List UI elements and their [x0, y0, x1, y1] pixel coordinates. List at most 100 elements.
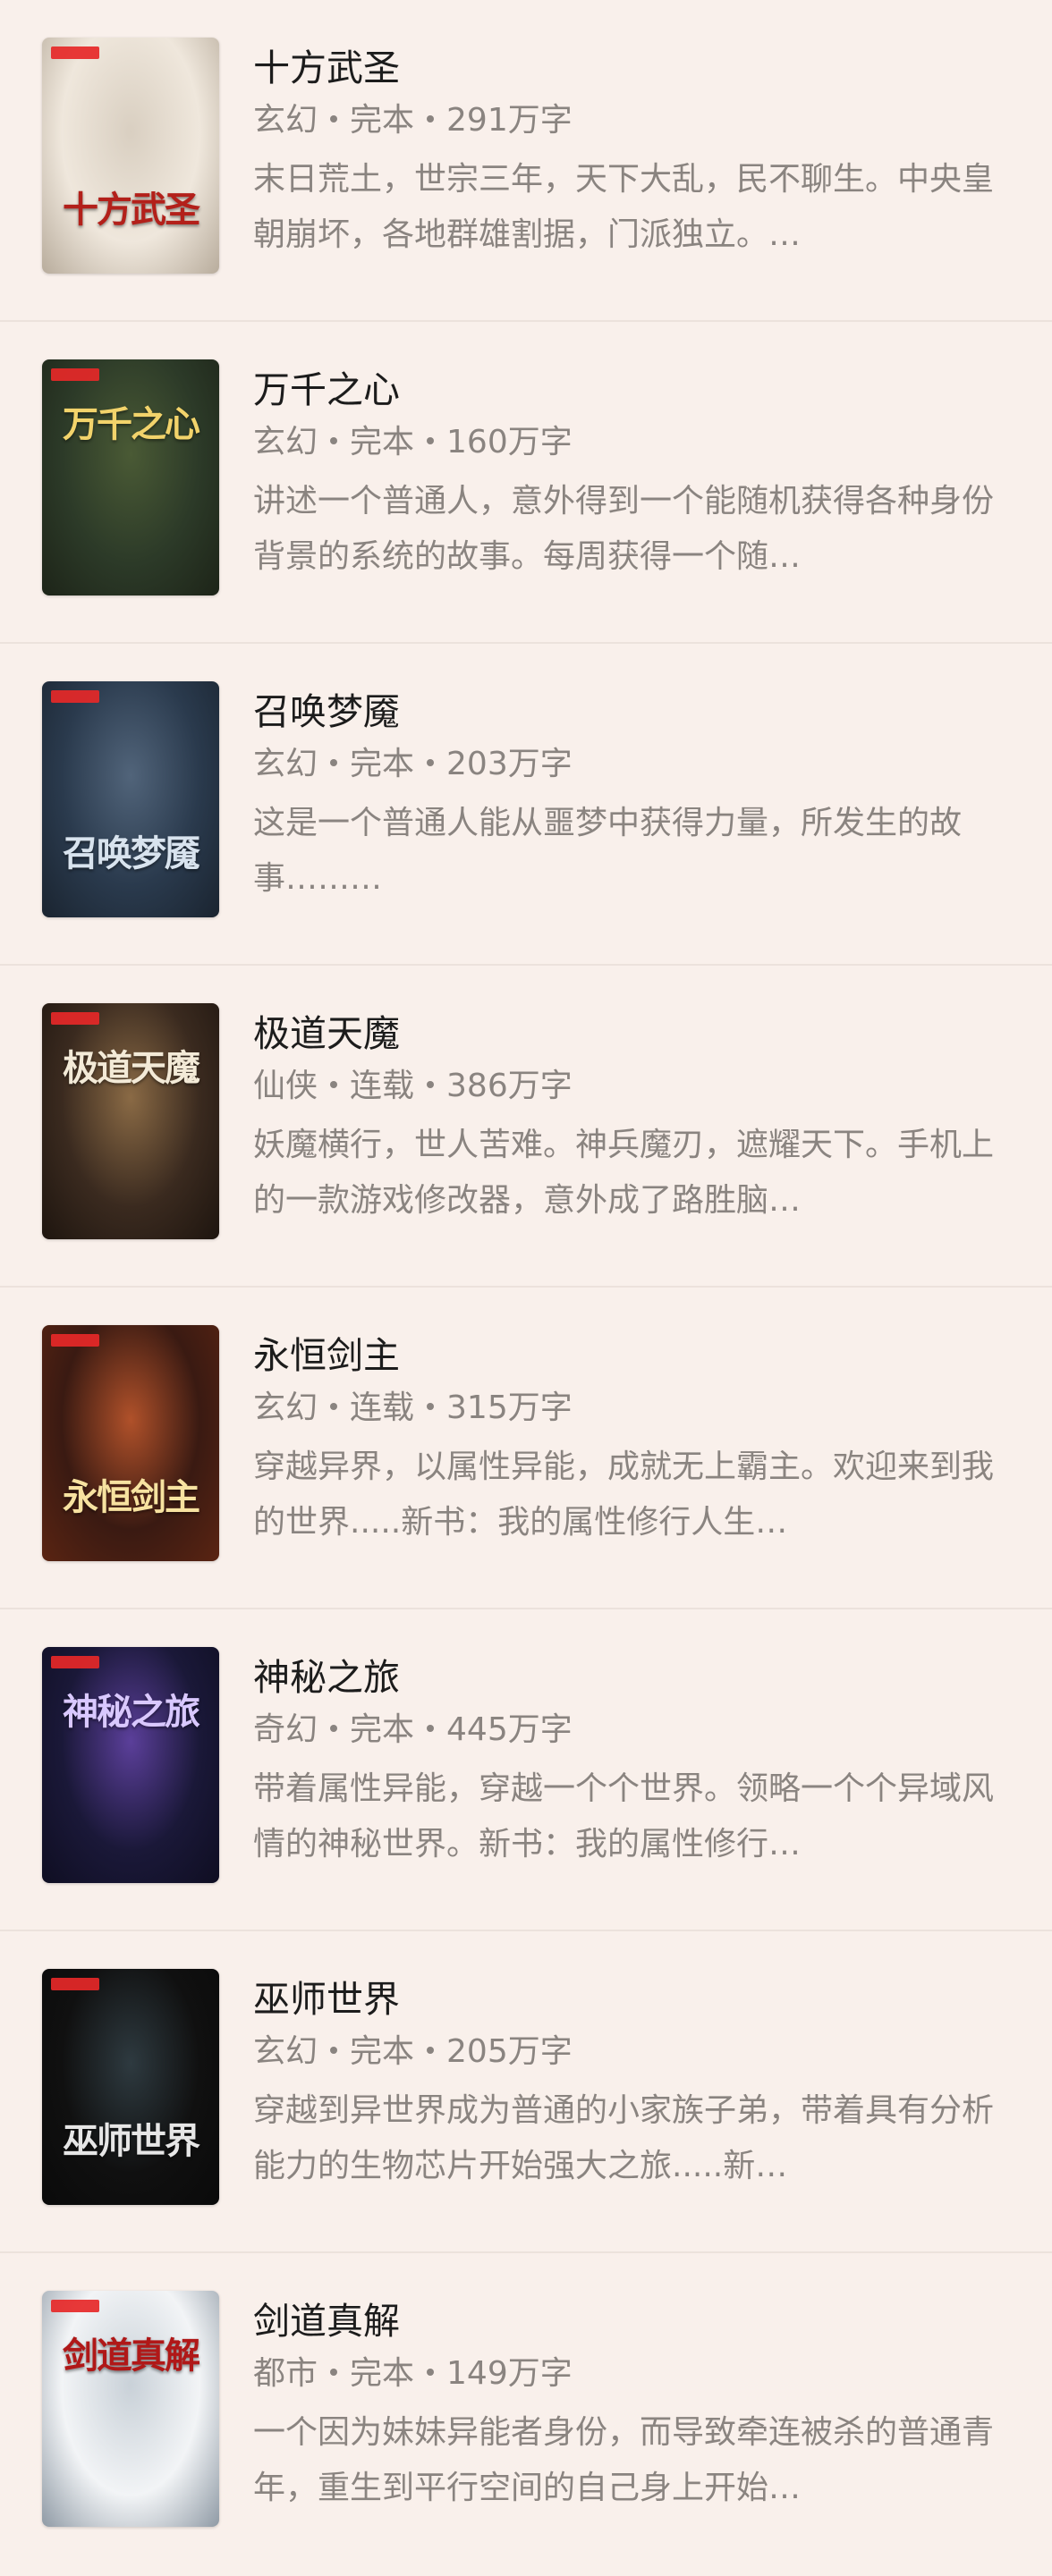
cover-title-art: 召唤梦魇 [63, 832, 200, 874]
book-status: 连载 [350, 1068, 415, 1104]
book-list-item[interactable]: 永恒剑主 永恒剑主 玄幻 连载 315万字 穿越异界，以属性异能，成就无上霸主。欢迎来到我… [0, 1288, 1052, 1609]
book-title[interactable]: 神秘之旅 [253, 1652, 1014, 1702]
book-description: 讲述一个普通人，意外得到一个能随机获得各种身份背景的系统的故事。每周获得一个随… [253, 483, 995, 575]
book-title[interactable]: 十方武圣 [253, 43, 1014, 93]
book-genre: 玄幻 [253, 102, 318, 139]
book-genre: 奇幻 [253, 1711, 318, 1748]
book-status: 完本 [350, 1711, 415, 1748]
separator-dot-icon [427, 2047, 435, 2054]
book-meta: 奇幻 完本 445万字 [253, 1708, 1014, 1753]
book-status: 完本 [350, 424, 415, 460]
cover-title-art: 剑道真解 [63, 2335, 200, 2377]
book-meta: 玄幻 完本 205万字 [253, 2030, 1014, 2074]
book-cover-image[interactable]: 极道天魔 [42, 1003, 219, 1239]
book-list-item[interactable]: 万千之心 万千之心 玄幻 完本 160万字 讲述一个普通人，意外得到一个能随机获得各种身份… [0, 322, 1052, 644]
book-cover-image[interactable]: 召唤梦魇 [42, 681, 219, 917]
book-meta: 玄幻 完本 291万字 [253, 98, 1014, 143]
book-word-count: 203万字 [446, 746, 573, 782]
separator-dot-icon [427, 1403, 435, 1410]
book-description: 这是一个普通人能从噩梦中获得力量，所发生的故事……… [253, 805, 963, 897]
book-description: 一个因为妹妹异能者身份，而导致牵连被杀的普通青年，重生到平行空间的自己身上开始… [253, 2414, 995, 2506]
book-genre: 玄幻 [253, 424, 318, 460]
book-meta: 玄幻 完本 160万字 [253, 420, 1014, 465]
book-title[interactable]: 极道天魔 [253, 1009, 1014, 1059]
separator-dot-icon [330, 1725, 338, 1732]
book-meta: 都市 完本 149万字 [253, 2352, 1014, 2396]
book-title[interactable]: 万千之心 [253, 365, 1014, 415]
book-cover-image[interactable]: 巫师世界 [42, 1969, 219, 2205]
cover-title-art: 永恒剑主 [63, 1476, 200, 1518]
book-word-count: 205万字 [446, 2033, 573, 2070]
book-meta: 仙侠 连载 386万字 [253, 1064, 1014, 1109]
book-title[interactable]: 召唤梦魇 [253, 687, 1014, 737]
book-list: 十方武圣 十方武圣 玄幻 完本 291万字 末日荒土，世宗三年，天下大乱，民不聊生。中央皇… [0, 0, 1052, 2576]
book-genre: 玄幻 [253, 746, 318, 782]
book-list-item[interactable]: 极道天魔 极道天魔 仙侠 连载 386万字 妖魔横行，世人苦难。神兵魔刃，遮耀天下。手机上… [0, 966, 1052, 1288]
book-meta: 玄幻 连载 315万字 [253, 1386, 1014, 1431]
book-description: 穿越到异世界成为普通的小家族子弟，带着具有分析能力的生物芯片开始强大之旅....… [253, 2092, 995, 2184]
book-description: 带着属性异能，穿越一个个世界。领略一个个异域风情的神秘世界。新书：我的属性修行… [253, 1770, 995, 1862]
book-cover-image[interactable]: 剑道真解 [42, 2291, 219, 2527]
book-meta: 玄幻 完本 203万字 [253, 742, 1014, 787]
book-cover-image[interactable]: 万千之心 [42, 359, 219, 595]
book-cover-image[interactable]: 神秘之旅 [42, 1647, 219, 1883]
book-list-item[interactable]: 剑道真解 剑道真解 都市 完本 149万字 一个因为妹妹异能者身份，而导致牵连被杀的普通青… [0, 2253, 1052, 2575]
book-cover-image[interactable]: 永恒剑主 [42, 1325, 219, 1561]
book-list-item[interactable]: 神秘之旅 神秘之旅 奇幻 完本 445万字 带着属性异能，穿越一个个世界。领略一个个异域风… [0, 1609, 1052, 1931]
book-description: 穿越异界，以属性异能，成就无上霸主。欢迎来到我的世界.....新书：我的属性修行… [253, 1448, 995, 1541]
book-list-item[interactable]: 巫师世界 巫师世界 玄幻 完本 205万字 穿越到异世界成为普通的小家族子弟，带着具有分析… [0, 1931, 1052, 2253]
book-word-count: 315万字 [446, 1389, 573, 1426]
book-info: 巫师世界玄幻 完本 205万字穿越到异世界成为普通的小家族子弟，带着具有分析能力的生… [253, 1974, 1014, 2194]
book-word-count: 160万字 [446, 424, 573, 460]
cover-artwork [42, 681, 219, 917]
book-status: 完本 [350, 2355, 415, 2392]
book-word-count: 386万字 [446, 1068, 573, 1104]
book-info: 极道天魔 仙侠 连载 386万字 妖魔横行，世人苦难。神兵魔刃，遮耀天下。手机上的一款游… [253, 1009, 1014, 1229]
book-word-count: 149万字 [446, 2355, 573, 2392]
cover-title-art: 神秘之旅 [63, 1691, 200, 1733]
book-genre: 仙侠 [253, 1068, 318, 1104]
publisher-logo-badge [51, 46, 99, 59]
book-title[interactable]: 永恒剑主 [253, 1330, 1014, 1381]
publisher-logo-badge [51, 1656, 99, 1668]
separator-dot-icon [330, 759, 338, 766]
book-title[interactable]: 剑道真解 [253, 2296, 1014, 2346]
separator-dot-icon [427, 1725, 435, 1732]
separator-dot-icon [427, 1081, 435, 1088]
book-list-item[interactable]: 十方武圣 十方武圣 玄幻 完本 291万字 末日荒土，世宗三年，天下大乱，民不聊生。中央皇… [0, 0, 1052, 322]
separator-dot-icon [427, 115, 435, 122]
publisher-logo-badge [51, 1978, 99, 1990]
book-list-item[interactable]: 召唤梦魇 召唤梦魇 玄幻 完本 203万字 这是一个普通人能从噩梦中获得力量，所发生的故事… [0, 644, 1052, 966]
cover-title-art: 十方武圣 [63, 189, 200, 231]
cover-artwork [42, 1325, 219, 1561]
book-title[interactable]: 巫师世界 [253, 1974, 1014, 2024]
book-status: 完本 [350, 102, 415, 139]
cover-artwork [42, 38, 219, 274]
book-description: 末日荒土，世宗三年，天下大乱，民不聊生。中央皇朝崩坏，各地群雄割据，门派独立。… [253, 161, 995, 253]
book-info: 剑道真解 都市 完本 149万字 一个因为妹妹异能者身份，而导致牵连被杀的普通青年，重生… [253, 2296, 1014, 2516]
book-info: 十方武圣玄幻 完本 291万字末日荒土，世宗三年，天下大乱，民不聊生。中央皇朝崩坏，… [253, 43, 1014, 263]
book-cover-image[interactable]: 十方武圣 [42, 38, 219, 274]
book-info: 永恒剑主玄幻 连载 315万字穿越异界，以属性异能，成就无上霸主。欢迎来到我的世界.… [253, 1330, 1014, 1550]
separator-dot-icon [330, 115, 338, 122]
separator-dot-icon [330, 2369, 338, 2376]
book-word-count: 291万字 [446, 102, 573, 139]
separator-dot-icon [330, 1403, 338, 1410]
separator-dot-icon [330, 2047, 338, 2054]
book-info: 神秘之旅奇幻 完本 445万字带着属性异能，穿越一个个世界。领略一个个异域风情的神秘… [253, 1652, 1014, 1872]
publisher-logo-badge [51, 368, 99, 381]
book-status: 连载 [350, 1389, 415, 1426]
book-info: 万千之心玄幻 完本 160万字讲述一个普通人，意外得到一个能随机获得各种身份背景的系… [253, 365, 1014, 585]
book-info: 召唤梦魇玄幻 完本 203万字这是一个普通人能从噩梦中获得力量，所发生的故事……… [253, 687, 1014, 907]
publisher-logo-badge [51, 1334, 99, 1347]
publisher-logo-badge [51, 690, 99, 703]
cover-artwork [42, 1969, 219, 2205]
cover-title-art: 巫师世界 [63, 2120, 200, 2162]
cover-title-art: 极道天魔 [63, 1047, 200, 1089]
publisher-logo-badge [51, 2300, 99, 2312]
publisher-logo-badge [51, 1012, 99, 1025]
cover-title-art: 万千之心 [63, 403, 200, 445]
book-genre: 玄幻 [253, 2033, 318, 2070]
book-genre: 玄幻 [253, 1389, 318, 1426]
separator-dot-icon [427, 759, 435, 766]
